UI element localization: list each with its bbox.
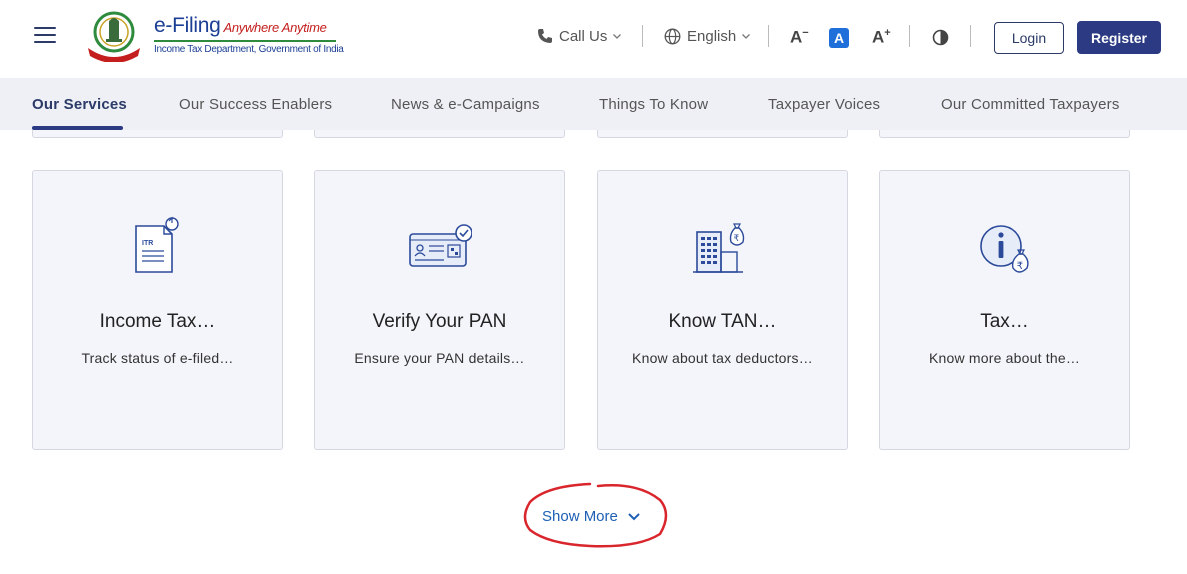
logo-divider bbox=[154, 40, 336, 42]
header-separator bbox=[909, 25, 910, 47]
service-card-verify-pan[interactable]: Verify Your PAN Ensure your PAN details… bbox=[314, 170, 565, 450]
show-more-button[interactable]: Show More bbox=[542, 508, 641, 525]
itr-document-icon: ITR bbox=[134, 216, 179, 273]
svg-text:₹: ₹ bbox=[733, 234, 739, 244]
card-title: Tax… bbox=[980, 311, 1029, 332]
tab-things-to-know[interactable]: Things To Know bbox=[599, 96, 708, 113]
chevron-down-icon bbox=[628, 512, 640, 520]
call-us-dropdown[interactable]: Call Us bbox=[537, 26, 628, 46]
logo-subtitle: Income Tax Department, Government of Ind… bbox=[154, 44, 344, 55]
font-increase-button[interactable]: A+ bbox=[872, 27, 891, 48]
chevron-down-icon bbox=[613, 34, 622, 39]
chevron-down-icon bbox=[742, 34, 751, 39]
tab-taxpayer-voices[interactable]: Taxpayer Voices bbox=[768, 96, 880, 113]
phone-icon bbox=[538, 29, 552, 43]
section-nav: Our Services Our Success Enablers News &… bbox=[0, 78, 1187, 130]
register-button[interactable]: Register bbox=[1077, 21, 1161, 54]
service-card-tax[interactable]: ₹ Tax… Know more about the… bbox=[879, 170, 1130, 450]
globe-icon bbox=[664, 28, 681, 44]
language-label: English bbox=[687, 27, 737, 45]
contrast-icon[interactable] bbox=[932, 29, 949, 46]
language-dropdown[interactable]: English bbox=[664, 26, 757, 46]
svg-text:ITR: ITR bbox=[142, 240, 153, 247]
card-title: Know TAN… bbox=[668, 311, 777, 332]
card-description: Track status of e-filed… bbox=[81, 350, 234, 366]
income-tax-emblem-logo[interactable] bbox=[78, 8, 150, 62]
pan-card-verify-icon bbox=[408, 224, 472, 267]
svg-text:₹: ₹ bbox=[1016, 261, 1022, 272]
tab-our-committed-taxpayers[interactable]: Our Committed Taxpayers bbox=[941, 96, 1120, 113]
card-description: Know about tax deductors… bbox=[632, 350, 813, 366]
logo-title: e-Filing Anywhere Anytime bbox=[154, 14, 327, 37]
menu-icon[interactable] bbox=[34, 27, 56, 45]
logo-tagline: Anywhere Anytime bbox=[223, 20, 327, 35]
service-card-know-tan[interactable]: ₹ Know TAN… Know about tax deductors… bbox=[597, 170, 848, 450]
card-partial[interactable] bbox=[32, 130, 283, 138]
font-decrease-button[interactable]: A− bbox=[790, 27, 809, 48]
tab-our-success-enablers[interactable]: Our Success Enablers bbox=[179, 96, 332, 113]
call-us-label: Call Us bbox=[559, 27, 608, 45]
font-default-button[interactable]: A bbox=[829, 28, 849, 48]
card-description: Know more about the… bbox=[928, 350, 1081, 366]
header-separator bbox=[642, 25, 643, 47]
card-description: Ensure your PAN details… bbox=[354, 350, 525, 366]
building-rupee-icon: ₹ bbox=[692, 223, 744, 273]
site-header: e-Filing Anywhere Anytime Income Tax Depa… bbox=[0, 0, 1187, 78]
card-partial[interactable] bbox=[879, 130, 1130, 138]
card-partial[interactable] bbox=[597, 130, 848, 138]
info-rupee-icon: ₹ bbox=[979, 225, 1029, 273]
tab-news-e-campaigns[interactable]: News & e-Campaigns bbox=[391, 96, 540, 113]
header-separator bbox=[768, 25, 769, 47]
card-title: Income Tax… bbox=[99, 311, 216, 332]
show-more-label: Show More bbox=[542, 508, 618, 525]
tab-our-services[interactable]: Our Services bbox=[32, 96, 127, 113]
card-partial[interactable] bbox=[314, 130, 565, 138]
service-card-income-tax[interactable]: ITR Income Tax… Track status of e-filed… bbox=[32, 170, 283, 450]
login-button[interactable]: Login bbox=[994, 22, 1064, 54]
header-separator bbox=[970, 25, 971, 47]
card-title: Verify Your PAN bbox=[372, 311, 507, 332]
